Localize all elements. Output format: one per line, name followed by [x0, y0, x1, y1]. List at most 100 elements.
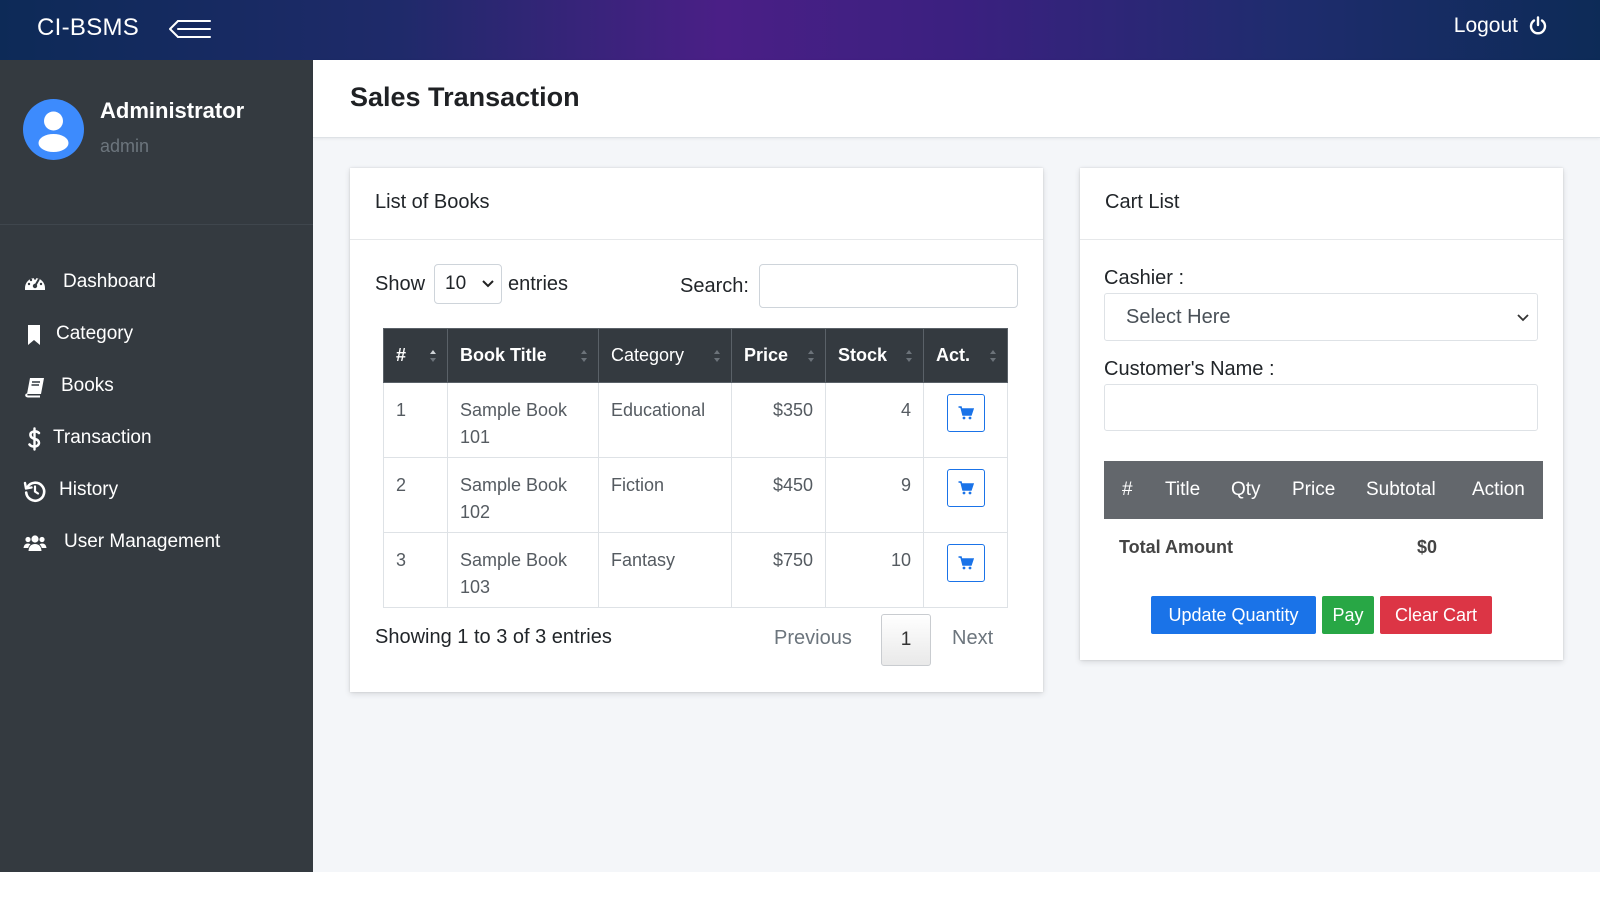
- bookmark-icon: [28, 325, 40, 345]
- table-info: Showing 1 to 3 of 3 entries: [375, 626, 612, 648]
- column-header-label: Act.: [936, 345, 971, 365]
- column-header-action[interactable]: Act.: [923, 328, 1008, 383]
- table-row: 1 Sample Book 101 Educational $350 4: [383, 382, 1008, 458]
- cell-price: $350: [731, 382, 826, 458]
- pay-button[interactable]: Pay: [1322, 596, 1374, 634]
- history-icon: [23, 481, 46, 502]
- users-icon: [23, 535, 47, 551]
- add-to-cart-button[interactable]: [946, 544, 985, 582]
- sidebar-item-transaction[interactable]: Transaction: [0, 413, 313, 465]
- cell-stock: 10: [825, 532, 924, 608]
- column-header-label: Price: [744, 345, 789, 365]
- cart-column-subtotal: Subtotal: [1366, 479, 1436, 500]
- cart-card-title: Cart List: [1105, 191, 1180, 213]
- books-card-header: List of Books: [350, 168, 1043, 240]
- user-avatar-icon: [38, 111, 69, 152]
- user-name: Administrator: [100, 98, 245, 123]
- customer-name-label: Customer's Name :: [1104, 358, 1275, 380]
- entries-label: entries: [508, 273, 569, 295]
- cart-column-number: #: [1122, 479, 1133, 500]
- sort-icon: [808, 350, 814, 362]
- add-to-cart-button[interactable]: [946, 394, 985, 432]
- cart-icon: [958, 406, 974, 420]
- sidebar-nav: Dashboard Category Books Transaction His…: [0, 257, 313, 569]
- cart-icon: [958, 481, 974, 495]
- sidebar-item-label: Transaction: [53, 427, 152, 448]
- cell-number: 3: [383, 532, 448, 608]
- sort-icon: [714, 350, 720, 362]
- chevron-down-icon: [482, 280, 494, 288]
- brand-title[interactable]: CI-BSMS: [37, 14, 139, 42]
- sidebar-item-label: User Management: [64, 531, 221, 552]
- cashier-select[interactable]: Select Here: [1104, 293, 1538, 341]
- add-to-cart-button[interactable]: [946, 469, 985, 507]
- sidebar-item-label: Books: [61, 375, 114, 396]
- cart-column-price: Price: [1292, 479, 1336, 500]
- sidebar: Administrator admin Dashboard Category B…: [0, 60, 313, 872]
- cart-card-header: Cart List: [1080, 168, 1563, 240]
- books-table-header-row: # Book Title Category Price Stock Act.: [383, 328, 1008, 383]
- column-header-label: Stock: [838, 345, 888, 365]
- cell-book-title: Sample Book 102: [447, 457, 599, 533]
- cart-column-title: Title: [1165, 479, 1201, 500]
- search-label: Search:: [680, 275, 749, 297]
- table-row: 3 Sample Book 103 Fantasy $750 10: [383, 532, 1008, 608]
- cell-stock: 4: [825, 382, 924, 458]
- cart-column-action: Action: [1472, 479, 1525, 500]
- avatar: [23, 99, 84, 160]
- column-header-label: Book Title: [460, 345, 547, 365]
- cart-table-header: # Title Qty Price Subtotal Action: [1104, 461, 1543, 519]
- sidebar-item-books[interactable]: Books: [0, 361, 313, 413]
- chevron-down-icon: [1517, 314, 1529, 322]
- search-input[interactable]: [759, 264, 1018, 308]
- book-icon: [25, 378, 44, 398]
- tachometer-icon: [25, 277, 45, 290]
- sort-icon: [990, 350, 996, 362]
- sidebar-item-history[interactable]: History: [0, 465, 313, 517]
- total-amount-value: $0: [1417, 537, 1438, 557]
- column-header-stock[interactable]: Stock: [825, 328, 924, 383]
- cart-column-qty: Qty: [1231, 479, 1261, 500]
- pagination-next[interactable]: Next: [952, 627, 993, 650]
- power-icon: [1529, 16, 1547, 35]
- pagination-previous[interactable]: Previous: [774, 627, 852, 650]
- table-row: 2 Sample Book 102 Fiction $450 9: [383, 457, 1008, 533]
- column-header-number[interactable]: #: [383, 328, 448, 383]
- cell-action: [923, 532, 1008, 608]
- cell-category: Fiction: [598, 457, 732, 533]
- cell-price: $450: [731, 457, 826, 533]
- cell-number: 1: [383, 382, 448, 458]
- entries-select-value: 10: [445, 273, 467, 294]
- column-header-label: #: [396, 345, 407, 365]
- user-panel: Administrator admin: [0, 60, 313, 225]
- total-amount-label: Total Amount: [1119, 537, 1233, 557]
- column-header-price[interactable]: Price: [731, 328, 826, 383]
- update-quantity-button[interactable]: Update Quantity: [1151, 596, 1316, 634]
- clear-cart-button[interactable]: Clear Cart: [1380, 596, 1492, 634]
- sidebar-item-dashboard[interactable]: Dashboard: [0, 257, 313, 309]
- customer-name-input[interactable]: [1104, 384, 1538, 431]
- sort-icon: [581, 350, 587, 362]
- column-header-category[interactable]: Category: [598, 328, 732, 383]
- menu-toggle-icon[interactable]: [168, 18, 212, 40]
- sidebar-item-user-management[interactable]: User Management: [0, 517, 313, 569]
- column-header-book-title[interactable]: Book Title: [447, 328, 599, 383]
- cashier-select-value: Select Here: [1126, 306, 1231, 328]
- bottom-strip: [0, 872, 1600, 899]
- logout-button[interactable]: Logout: [1454, 14, 1548, 38]
- column-header-label: Category: [611, 345, 685, 365]
- sidebar-item-category[interactable]: Category: [0, 309, 313, 361]
- user-role: admin: [100, 136, 150, 156]
- dollar-icon: [28, 427, 41, 451]
- top-navbar: CI-BSMS Logout: [0, 0, 1600, 60]
- show-label: Show: [375, 273, 426, 295]
- pagination-page-1[interactable]: 1: [881, 614, 931, 666]
- page-header: Sales Transaction: [313, 60, 1600, 138]
- entries-select[interactable]: 10: [434, 264, 502, 304]
- cell-action: [923, 457, 1008, 533]
- sort-icon: [906, 350, 912, 362]
- cashier-label: Cashier :: [1104, 267, 1185, 289]
- sidebar-item-label: Category: [56, 323, 134, 344]
- sidebar-item-label: History: [59, 479, 119, 500]
- cart-icon: [958, 556, 974, 570]
